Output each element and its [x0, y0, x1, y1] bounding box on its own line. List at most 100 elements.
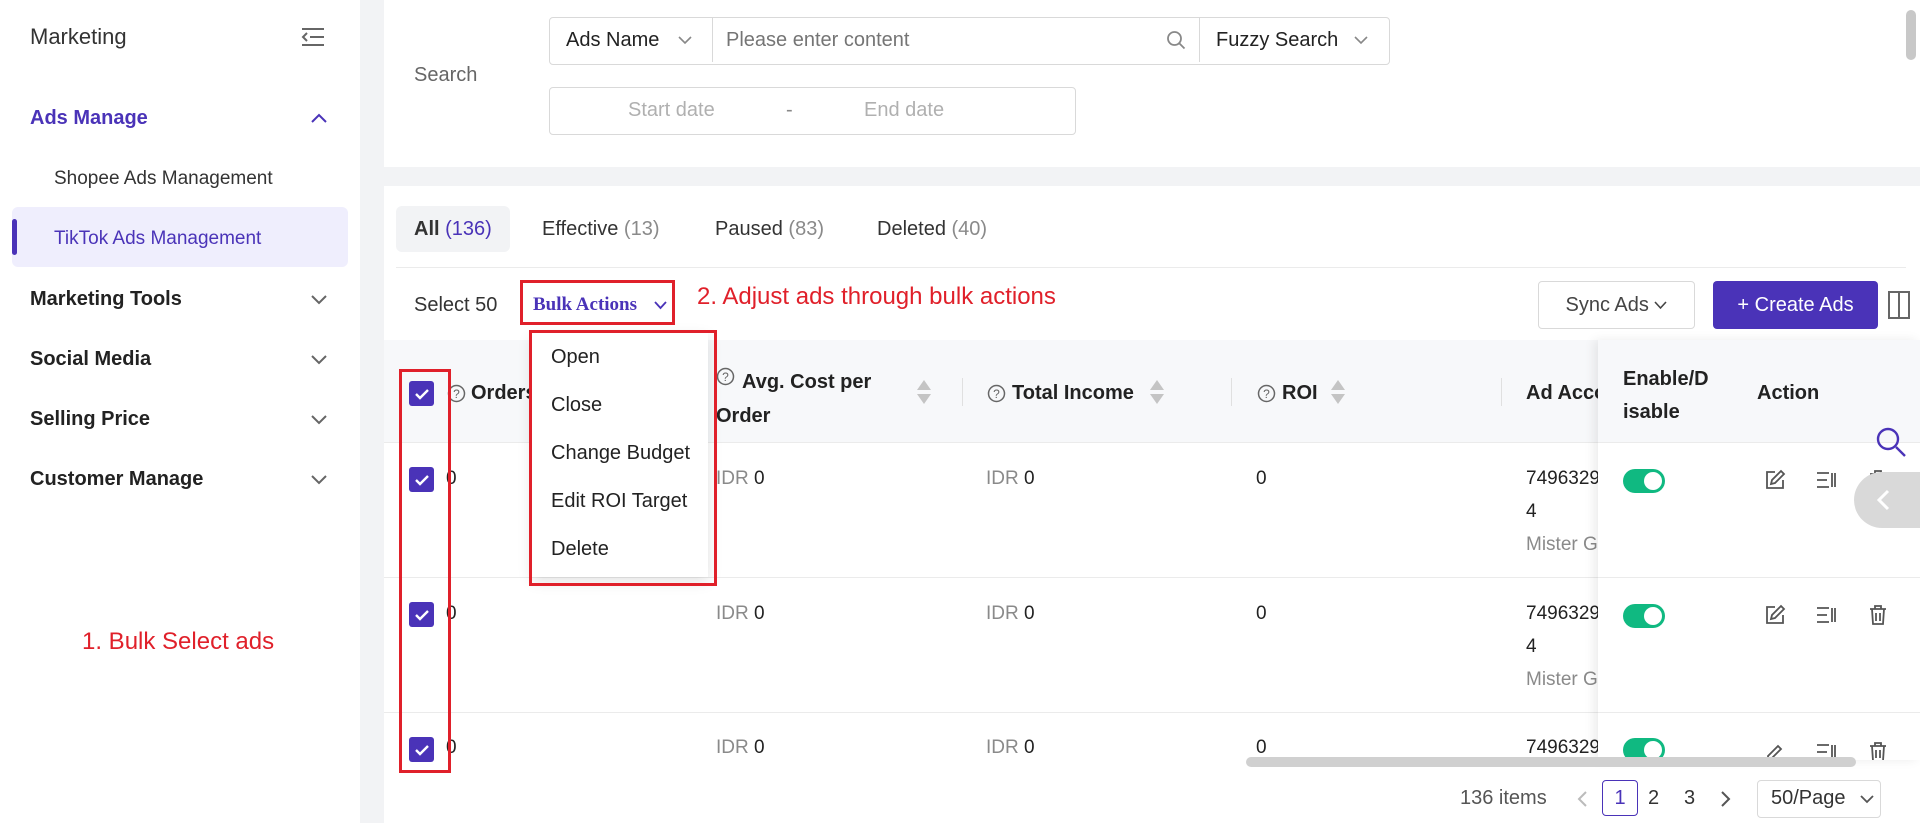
tab-count: (83): [788, 218, 824, 240]
sort-icon[interactable]: [1149, 379, 1165, 405]
search-label: Search: [414, 64, 478, 86]
sidebar-active-indicator: [12, 219, 17, 255]
chevron-up-icon[interactable]: [311, 113, 327, 123]
annotation-step2: 2. Adjust ads through bulk actions: [697, 283, 1056, 310]
chevron-down-icon[interactable]: [311, 295, 327, 305]
page-button-3[interactable]: 3: [1684, 787, 1695, 810]
enable-toggle[interactable]: [1623, 604, 1665, 628]
pagination-total: 136 items: [1460, 787, 1547, 809]
help-icon[interactable]: ?: [1257, 384, 1276, 403]
menu-item-close[interactable]: Close: [551, 394, 602, 417]
tab-label: Deleted: [877, 218, 946, 240]
sidebar-item-shopee-ads[interactable]: Shopee Ads Management: [54, 168, 273, 190]
date-separator: -: [786, 99, 793, 121]
selected-count: Select 50: [414, 294, 498, 316]
currency-label: IDR: [986, 603, 1019, 624]
cell-ad-account: 7496329: [1526, 737, 1600, 758]
chevron-down-icon[interactable]: [311, 355, 327, 365]
page-button-1[interactable]: 1: [1602, 780, 1638, 816]
chevron-down-icon[interactable]: [1354, 36, 1368, 45]
bulk-actions-button[interactable]: Bulk Actions: [533, 294, 637, 316]
search-icon[interactable]: [1166, 30, 1186, 50]
delete-icon[interactable]: [1866, 740, 1890, 760]
column-header-ad-account: Ad Acco: [1526, 382, 1607, 404]
chevron-down-icon[interactable]: [654, 301, 667, 310]
tab-count: (136): [445, 218, 492, 240]
menu-item-delete[interactable]: Delete: [551, 538, 609, 561]
sidebar-group-selling-price[interactable]: Selling Price: [30, 408, 150, 431]
svg-text:?: ?: [453, 387, 460, 401]
cell-value: 0: [1024, 603, 1035, 624]
column-header-enable: Enable/Disable: [1623, 368, 1709, 423]
start-date-input[interactable]: Start date: [628, 99, 715, 122]
sidebar-group-social-media[interactable]: Social Media: [30, 348, 151, 371]
cell-avg-cost: IDR 0: [716, 603, 765, 625]
chevron-down-icon: [1860, 795, 1874, 804]
sidebar: Marketing Ads Manage Shopee Ads Manageme…: [0, 0, 360, 823]
edit-icon[interactable]: [1763, 603, 1787, 627]
cell-ad-account: 7496329: [1526, 603, 1600, 624]
column-header-total-income: Total Income: [1012, 382, 1134, 404]
sidebar-item-tiktok-ads[interactable]: TikTok Ads Management: [54, 228, 261, 250]
cell-ad-account-suffix: 4: [1526, 636, 1537, 657]
menu-item-change-budget[interactable]: Change Budget: [551, 442, 690, 465]
vertical-scrollbar[interactable]: [1906, 10, 1916, 60]
end-date-input[interactable]: End date: [864, 99, 944, 122]
column-header-orders: Orders: [471, 382, 537, 404]
search-field-select[interactable]: Ads Name: [566, 29, 659, 52]
chevron-left-icon[interactable]: [1576, 790, 1588, 808]
detail-icon[interactable]: [1814, 468, 1838, 492]
cell-value: 0: [754, 737, 765, 758]
cell-roi: 0: [1256, 603, 1267, 624]
horizontal-scrollbar[interactable]: [1246, 757, 1856, 767]
chevron-down-icon[interactable]: [678, 36, 692, 45]
cell-total-income: IDR 0: [986, 468, 1035, 490]
tab-deleted[interactable]: Deleted (40): [877, 218, 987, 241]
tab-paused[interactable]: Paused (83): [715, 218, 824, 241]
create-ads-button[interactable]: + Create Ads: [1713, 281, 1878, 329]
sidebar-group-customer-manage[interactable]: Customer Manage: [30, 468, 203, 491]
partial-row-actions: [1598, 724, 1920, 760]
divider: [712, 18, 713, 62]
sort-icon[interactable]: [916, 379, 932, 405]
side-drawer-toggle[interactable]: [1854, 472, 1920, 528]
edit-icon[interactable]: [1763, 468, 1787, 492]
sidebar-group-marketing-tools[interactable]: Marketing Tools: [30, 288, 182, 311]
currency-label: IDR: [986, 468, 1019, 489]
enable-toggle[interactable]: [1623, 469, 1665, 493]
sidebar-group-ads-manage[interactable]: Ads Manage: [30, 107, 148, 130]
help-icon[interactable]: ?: [987, 384, 1006, 403]
column-header-roi: ROI: [1282, 382, 1318, 404]
column-header-avg-cost: Avg. Cost per Order: [716, 371, 872, 427]
cell-roi: 0: [1256, 468, 1267, 489]
menu-item-edit-roi-target[interactable]: Edit ROI Target: [551, 490, 687, 513]
tab-label: Paused: [715, 218, 783, 240]
delete-icon[interactable]: [1866, 603, 1890, 627]
tab-label: Effective: [542, 218, 619, 240]
tab-all[interactable]: All (136): [414, 218, 492, 241]
chevron-down-icon[interactable]: [311, 475, 327, 485]
sync-ads-button[interactable]: Sync Ads: [1538, 281, 1695, 329]
column-settings-icon[interactable]: [1888, 291, 1910, 319]
cell-avg-cost: IDR 0: [716, 737, 765, 759]
svg-text:?: ?: [1263, 387, 1270, 401]
search-mode-select[interactable]: Fuzzy Search: [1216, 29, 1338, 52]
menu-collapse-icon[interactable]: [300, 26, 326, 48]
chevron-down-icon[interactable]: [311, 415, 327, 425]
cell-value: 0: [1024, 737, 1035, 758]
tab-effective[interactable]: Effective (13): [542, 218, 659, 241]
tab-count: (13): [623, 218, 660, 240]
detail-icon[interactable]: [1814, 603, 1838, 627]
tab-label: All: [414, 218, 440, 240]
sync-ads-label: Sync Ads: [1565, 293, 1649, 316]
page-button-2[interactable]: 2: [1648, 787, 1659, 810]
search-input[interactable]: [714, 19, 1178, 61]
chevron-right-icon[interactable]: [1720, 790, 1732, 808]
sort-icon[interactable]: [1330, 379, 1346, 405]
cell-ad-account: 7496329: [1526, 468, 1600, 489]
svg-text:?: ?: [993, 387, 1000, 401]
currency-label: IDR: [716, 603, 749, 624]
menu-item-open[interactable]: Open: [551, 346, 600, 369]
search-icon[interactable]: [1875, 426, 1907, 458]
divider: [1199, 18, 1200, 62]
